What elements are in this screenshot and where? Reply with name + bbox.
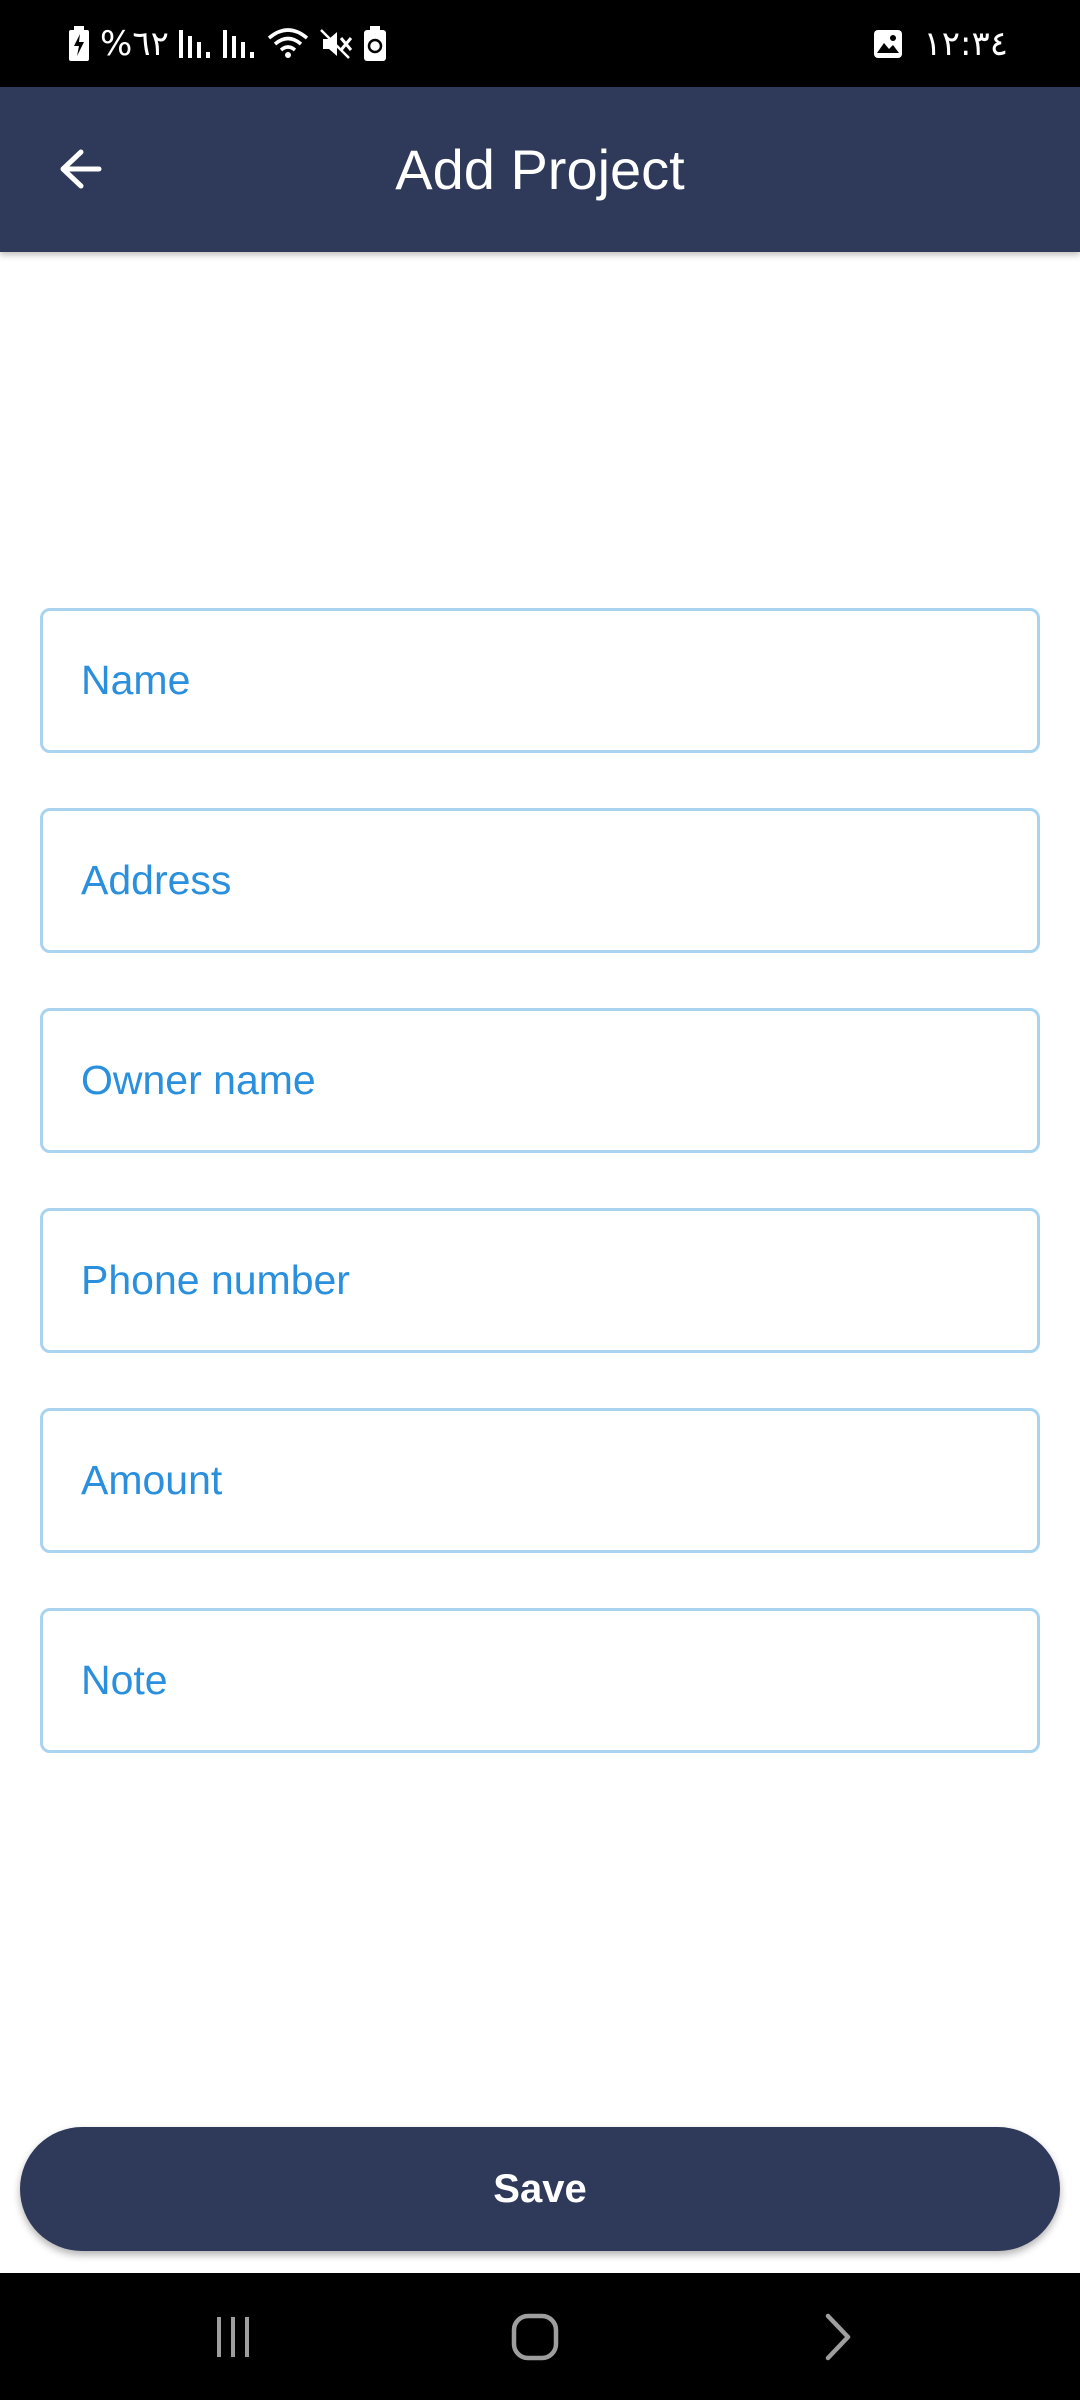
- page-title: Add Project: [395, 138, 685, 201]
- mute-icon: [319, 28, 353, 60]
- wifi-icon: [267, 27, 309, 60]
- battery-percentage: %٦٢: [100, 23, 169, 64]
- add-project-form: [40, 608, 1040, 1808]
- recents-button[interactable]: [163, 2273, 303, 2400]
- signal-icon: [178, 28, 213, 60]
- back-chevron-icon: [820, 2312, 856, 2362]
- save-button[interactable]: Save: [20, 2127, 1060, 2251]
- recents-icon: [209, 2313, 257, 2361]
- name-field[interactable]: [40, 608, 1040, 753]
- status-bar: %٦٢ ١٢:٣٤: [0, 0, 1080, 87]
- back-nav-button[interactable]: [768, 2273, 908, 2400]
- phone-number-field[interactable]: [40, 1208, 1040, 1353]
- status-right: ١٢:٣٤: [873, 0, 1008, 87]
- back-button[interactable]: [40, 129, 120, 209]
- home-icon: [510, 2312, 560, 2362]
- app-bar: Add Project: [0, 87, 1080, 252]
- gallery-icon: [873, 29, 903, 59]
- owner-name-field[interactable]: [40, 1008, 1040, 1153]
- amount-field[interactable]: [40, 1408, 1040, 1553]
- status-time: ١٢:٣٤: [923, 23, 1008, 64]
- note-field[interactable]: [40, 1608, 1040, 1753]
- add-project-screen: %٦٢ ١٢:٣٤ Add Project Name Address Owner…: [0, 0, 1080, 2400]
- home-button[interactable]: [465, 2273, 605, 2400]
- battery-charging-icon: [68, 25, 90, 62]
- arrow-left-icon: [57, 148, 103, 190]
- navigation-bar: [0, 2273, 1080, 2400]
- status-left: %٦٢: [68, 0, 387, 87]
- address-field[interactable]: [40, 808, 1040, 953]
- signal-icon: [222, 28, 257, 60]
- recycle-battery-icon: [363, 25, 387, 62]
